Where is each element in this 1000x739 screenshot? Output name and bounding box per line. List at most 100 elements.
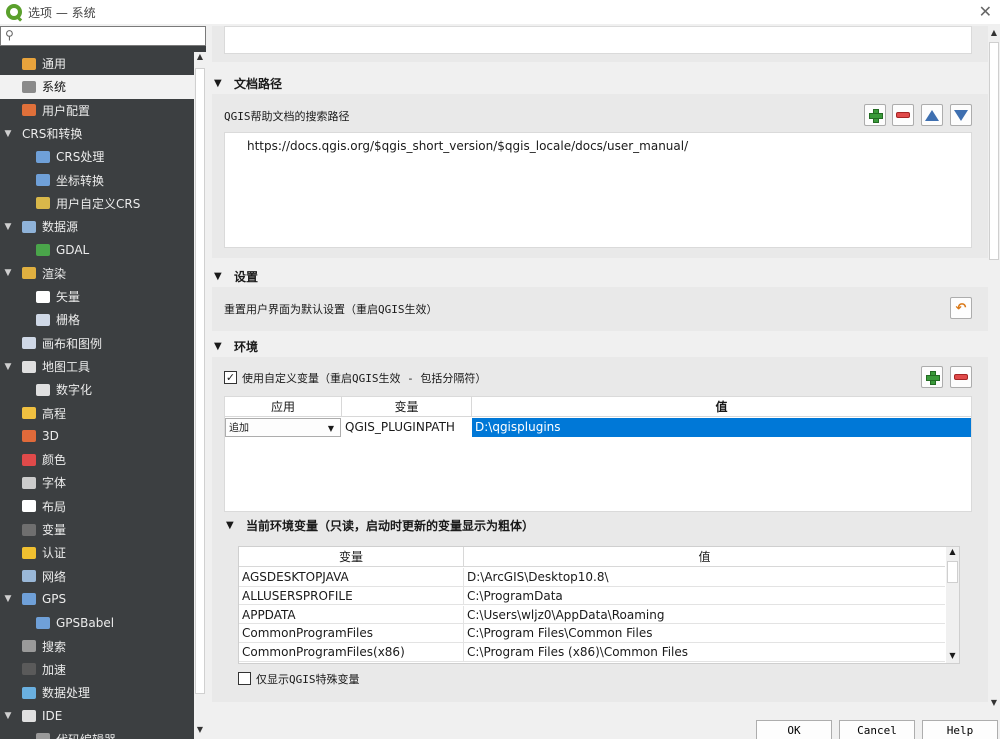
scroll-thumb[interactable] bbox=[947, 561, 958, 583]
sidebar-item[interactable]: 画布和图例 bbox=[0, 332, 194, 355]
docpath-list[interactable]: https://docs.qgis.org/$qgis_short_versio… bbox=[224, 132, 972, 248]
top-panel bbox=[212, 26, 988, 62]
sidebar-item[interactable]: 网络 bbox=[0, 565, 194, 588]
sidebar-item[interactable]: CRS处理 bbox=[0, 145, 194, 168]
table-row[interactable]: AGSDESKTOPJAVA D:\ArcGIS\Desktop10.8\ bbox=[239, 568, 945, 587]
table-row[interactable]: CommonProgramFiles C:\Program Files\Commo… bbox=[239, 624, 945, 643]
sidebar-item[interactable]: 用户自定义CRS bbox=[0, 192, 194, 215]
docpath-item[interactable]: https://docs.qgis.org/$qgis_short_versio… bbox=[247, 139, 688, 153]
table-row[interactable]: CommonProgramFiles(x86) C:\Program Files … bbox=[239, 643, 945, 662]
sidebar-item[interactable]: GPSBabel bbox=[0, 611, 194, 634]
env-var-value: C:\Program Files\Common Files bbox=[467, 626, 653, 641]
expand-arrow-icon[interactable]: ▼ bbox=[0, 594, 16, 604]
sidebar-item[interactable]: 用户配置 bbox=[0, 99, 194, 122]
move-down-button[interactable] bbox=[950, 104, 972, 126]
expand-arrow-icon[interactable]: ▼ bbox=[0, 362, 16, 372]
environment-section-header[interactable]: ▼ 环境 bbox=[212, 335, 988, 357]
table-icon bbox=[22, 220, 36, 233]
sidebar-item[interactable]: GDAL bbox=[0, 238, 194, 261]
add-path-button[interactable] bbox=[864, 104, 886, 126]
settings-section-header[interactable]: ▼ 设置 bbox=[212, 265, 988, 287]
scroll-down-icon[interactable]: ▼ bbox=[946, 651, 959, 663]
main-scrollbar[interactable]: ▲ ▼ bbox=[988, 26, 1000, 714]
docpath-section-header[interactable]: ▼ 文档路径 bbox=[212, 72, 988, 94]
system-gear-icon bbox=[22, 80, 36, 93]
sidebar-item[interactable]: 字体 bbox=[0, 471, 194, 494]
sidebar-item[interactable]: 高程 bbox=[0, 401, 194, 424]
sidebar-item-label: 颜色 bbox=[42, 453, 67, 468]
add-variable-button[interactable] bbox=[921, 366, 943, 388]
variable-icon bbox=[22, 523, 36, 536]
sidebar-item[interactable]: ▼ 地图工具 bbox=[0, 355, 194, 378]
sidebar-item[interactable]: 认证 bbox=[0, 541, 194, 564]
variable-value-cell[interactable]: D:\qgisplugins bbox=[472, 418, 971, 437]
sidebar-item[interactable]: 加速 bbox=[0, 658, 194, 681]
search-icon: ⚲ bbox=[5, 28, 14, 42]
column-header-value[interactable]: 值 bbox=[472, 397, 971, 417]
variable-name-cell[interactable]: QGIS_PLUGINPATH bbox=[342, 418, 472, 437]
docpath-label: QGIS帮助文档的搜索路径 bbox=[224, 110, 350, 123]
search-input[interactable] bbox=[21, 28, 201, 44]
expand-arrow-icon[interactable]: ▼ bbox=[0, 129, 16, 139]
sidebar-item[interactable]: 布局 bbox=[0, 495, 194, 518]
scroll-down-icon[interactable]: ▼ bbox=[988, 698, 1000, 712]
sidebar-item[interactable]: 矢量 bbox=[0, 285, 194, 308]
sidebar-item[interactable]: 代码编辑器 bbox=[0, 728, 194, 739]
column-header-variable[interactable]: 变量 bbox=[342, 397, 472, 417]
expand-arrow-icon[interactable]: ▼ bbox=[0, 268, 16, 278]
current-env-scrollbar[interactable]: ▲ ▼ bbox=[946, 547, 959, 663]
column-header-variable[interactable]: 变量 bbox=[239, 547, 464, 567]
globe-icon bbox=[36, 150, 50, 163]
scroll-thumb[interactable] bbox=[989, 42, 999, 260]
sidebar-item[interactable]: 搜索 bbox=[0, 634, 194, 657]
remove-path-button[interactable] bbox=[892, 104, 914, 126]
undo-icon: ↶ bbox=[955, 300, 967, 316]
expand-arrow-icon[interactable]: ▼ bbox=[0, 222, 16, 232]
code-editor-icon bbox=[36, 733, 50, 739]
sidebar-item[interactable]: 数据处理 bbox=[0, 681, 194, 704]
scroll-up-icon[interactable]: ▲ bbox=[988, 28, 1000, 42]
only-qgis-vars-checkbox[interactable] bbox=[238, 672, 251, 685]
sidebar-item[interactable]: ▼ CRS和转换 bbox=[0, 122, 194, 145]
scroll-down-icon[interactable]: ▼ bbox=[194, 725, 206, 739]
sidebar-item[interactable]: 系统 bbox=[0, 75, 194, 99]
move-up-button[interactable] bbox=[921, 104, 943, 126]
reset-ui-button[interactable]: ↶ bbox=[950, 297, 972, 319]
current-env-section-header[interactable]: ▼ 当前环境变量（只读，启动时更新的变量显示为粗体） bbox=[224, 514, 964, 536]
scroll-up-icon[interactable]: ▲ bbox=[946, 547, 959, 559]
sidebar-item[interactable]: 栅格 bbox=[0, 308, 194, 331]
expand-arrow-icon[interactable]: ▼ bbox=[0, 711, 16, 721]
search-box[interactable]: ⚲ bbox=[0, 26, 206, 46]
scroll-up-icon[interactable]: ▲ bbox=[194, 52, 206, 66]
sidebar-item[interactable]: 颜色 bbox=[0, 448, 194, 471]
remove-variable-button[interactable] bbox=[950, 366, 972, 388]
collapse-icon: ▼ bbox=[214, 270, 222, 282]
use-custom-vars-checkbox[interactable]: ✓ bbox=[224, 371, 237, 384]
sidebar-item[interactable]: 通用 bbox=[0, 52, 194, 75]
sidebar-item[interactable]: 变量 bbox=[0, 518, 194, 541]
table-row[interactable]: APPDATA C:\Users\wljz0\AppData\Roaming bbox=[239, 605, 945, 625]
sidebar-scrollbar[interactable]: ▲ ▼ bbox=[194, 52, 206, 739]
sidebar-item[interactable]: 数字化 bbox=[0, 378, 194, 401]
column-header-apply[interactable]: 应用 bbox=[225, 397, 342, 417]
env-var-name: CommonProgramFiles(x86) bbox=[242, 645, 405, 660]
sidebar-item[interactable]: ▼ 数据源 bbox=[0, 215, 194, 238]
column-header-value[interactable]: 值 bbox=[464, 547, 945, 567]
ok-button[interactable]: OK bbox=[756, 720, 832, 739]
apply-mode-select[interactable]: 追加 ▼ bbox=[225, 418, 341, 437]
scroll-thumb[interactable] bbox=[195, 68, 205, 694]
digitize-icon bbox=[36, 383, 50, 396]
sidebar-item[interactable]: ▼ IDE bbox=[0, 704, 194, 727]
sidebar-item[interactable]: 3D bbox=[0, 425, 194, 448]
table-row[interactable]: ALLUSERSPROFILE C:\ProgramData bbox=[239, 586, 945, 606]
top-white-box bbox=[224, 26, 972, 54]
minus-icon bbox=[954, 374, 968, 380]
sidebar-item-label: 变量 bbox=[42, 523, 67, 538]
cancel-button[interactable]: Cancel bbox=[839, 720, 915, 739]
sidebar-item[interactable]: ▼ GPS bbox=[0, 588, 194, 611]
sidebar-item[interactable]: ▼ 渲染 bbox=[0, 262, 194, 285]
help-button[interactable]: Help bbox=[922, 720, 998, 739]
close-icon[interactable]: ✕ bbox=[979, 2, 992, 21]
sidebar-item[interactable]: 坐标转换 bbox=[0, 168, 194, 191]
brush-icon bbox=[22, 267, 36, 280]
